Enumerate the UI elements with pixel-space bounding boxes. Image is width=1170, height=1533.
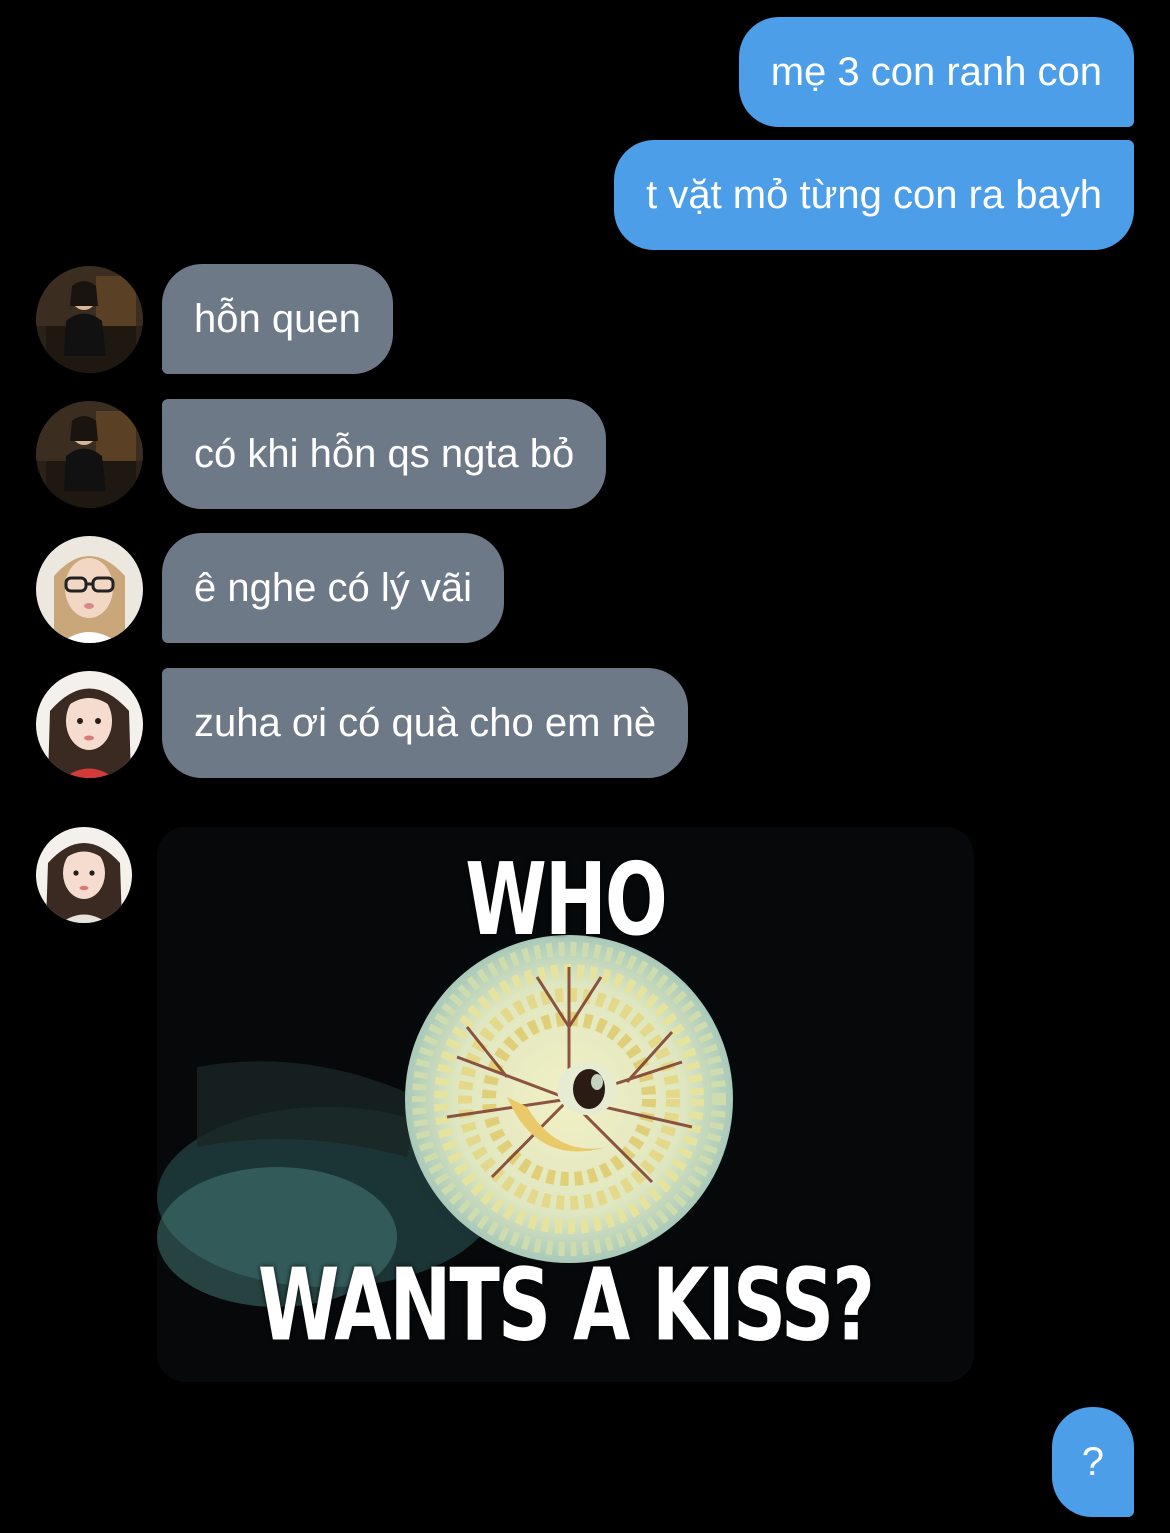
incoming-message[interactable]: hỗn quen	[162, 264, 393, 374]
meme-top-text: WHO	[465, 841, 667, 959]
sender-avatar[interactable]	[36, 401, 143, 508]
incoming-message[interactable]: có khi hỗn qs ngta bỏ	[162, 399, 607, 509]
sender-avatar[interactable]	[36, 827, 132, 923]
incoming-message[interactable]: ê nghe có lý vãi	[162, 533, 504, 643]
outgoing-message[interactable]: t vặt mỏ từng con ra bayh	[614, 140, 1134, 250]
meme-image[interactable]: WHO WANTS A KISS?	[157, 827, 974, 1382]
sender-avatar[interactable]	[36, 266, 143, 373]
sender-avatar[interactable]	[36, 671, 143, 778]
meme-bottom-text: WANTS A KISS?	[257, 1247, 875, 1365]
outgoing-message[interactable]: ?	[1051, 1407, 1134, 1517]
outgoing-message[interactable]: mẹ 3 con ranh con	[738, 17, 1134, 127]
incoming-message[interactable]: zuha ơi có quà cho em nè	[162, 668, 689, 778]
sender-avatar[interactable]	[36, 536, 143, 643]
